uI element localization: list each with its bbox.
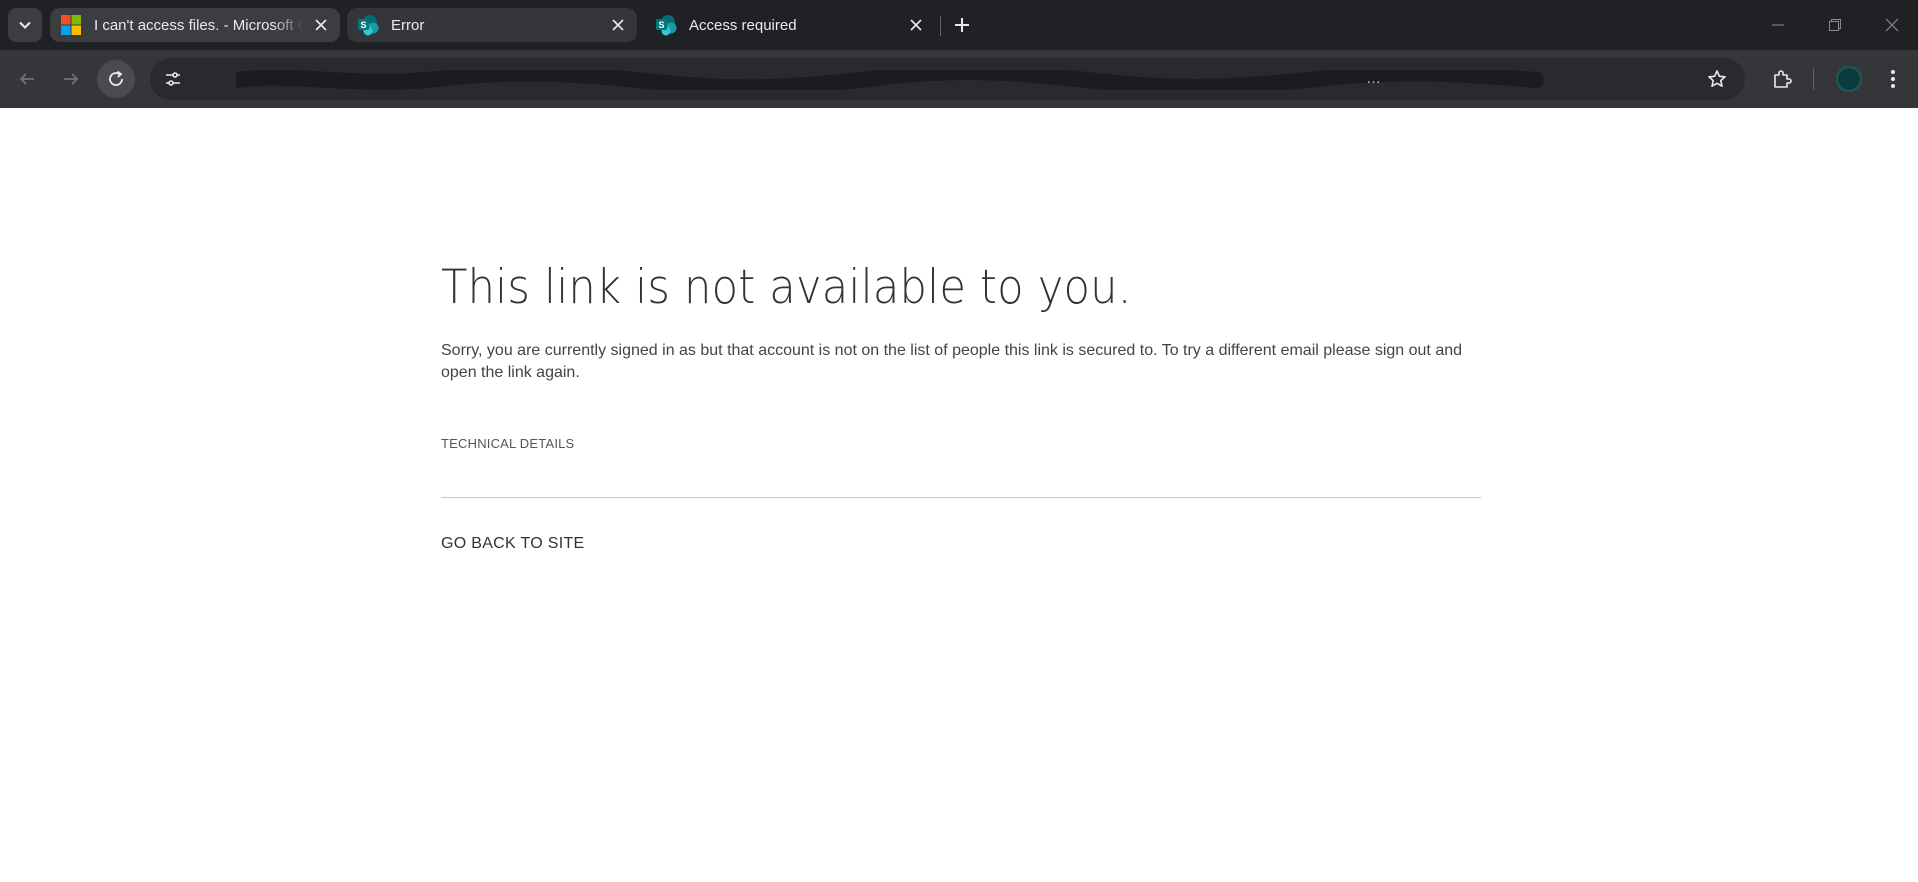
toolbar-separator	[1813, 68, 1814, 90]
plus-icon	[955, 18, 969, 32]
extensions-button[interactable]	[1765, 62, 1799, 96]
close-icon[interactable]	[609, 16, 627, 34]
sharepoint-icon: S	[656, 15, 677, 36]
error-message: Sorry, you are currently signed in as bu…	[441, 342, 1463, 381]
technical-details-link[interactable]: TECHNICAL DETAILS	[441, 436, 574, 451]
site-info-button[interactable]	[158, 64, 188, 94]
avatar	[1836, 66, 1862, 92]
sharepoint-icon: S	[358, 15, 379, 36]
reload-button[interactable]	[97, 60, 135, 98]
reload-icon	[109, 70, 123, 86]
chevron-down-icon	[19, 21, 31, 29]
restore-icon	[1829, 19, 1841, 31]
close-icon[interactable]	[312, 16, 330, 34]
tab-microsoft-community[interactable]: I can't access files. - Microsoft C	[50, 8, 340, 42]
divider	[441, 497, 1481, 498]
url-text[interactable]: …	[196, 68, 1701, 90]
tab-error[interactable]: S Error	[347, 8, 637, 42]
minimize-button[interactable]	[1763, 10, 1793, 40]
star-icon	[1708, 70, 1726, 87]
close-icon	[1885, 18, 1899, 32]
tab-strip: I can't access files. - Microsoft C S Er…	[0, 0, 1918, 50]
tab-access-required[interactable]: S Access required	[645, 8, 935, 42]
svg-text:S: S	[360, 20, 366, 30]
go-back-to-site-link[interactable]: GO BACK TO SITE	[441, 535, 585, 553]
back-button[interactable]	[8, 60, 46, 98]
minimize-icon	[1772, 24, 1784, 26]
new-tab-button[interactable]	[947, 10, 977, 40]
microsoft-logo-icon	[61, 15, 81, 35]
close-window-button[interactable]	[1877, 10, 1907, 40]
more-vertical-icon	[1891, 70, 1895, 88]
arrow-left-icon	[19, 73, 34, 85]
tune-icon	[166, 72, 180, 86]
browser-toolbar: …	[0, 50, 1918, 108]
address-bar[interactable]: …	[150, 58, 1745, 100]
restore-button[interactable]	[1820, 10, 1850, 40]
menu-button[interactable]	[1876, 62, 1910, 96]
tab-title: Error	[391, 16, 425, 34]
puzzle-icon	[1774, 70, 1792, 88]
tab-title: I can't access files. - Microsoft C	[94, 16, 304, 34]
tab-title: Access required	[689, 16, 797, 34]
page-title: This link is not available to you.	[441, 260, 1132, 315]
arrow-right-icon	[64, 73, 79, 85]
redacted-url-scribble	[236, 70, 1544, 90]
tab-search-button[interactable]	[8, 8, 42, 42]
profile-button[interactable]	[1832, 62, 1866, 96]
close-icon[interactable]	[907, 16, 925, 34]
svg-text:S: S	[658, 20, 664, 30]
bookmark-button[interactable]	[1701, 63, 1733, 95]
url-tail: …	[1366, 70, 1381, 87]
forward-button[interactable]	[52, 60, 90, 98]
tab-separator	[940, 16, 941, 36]
